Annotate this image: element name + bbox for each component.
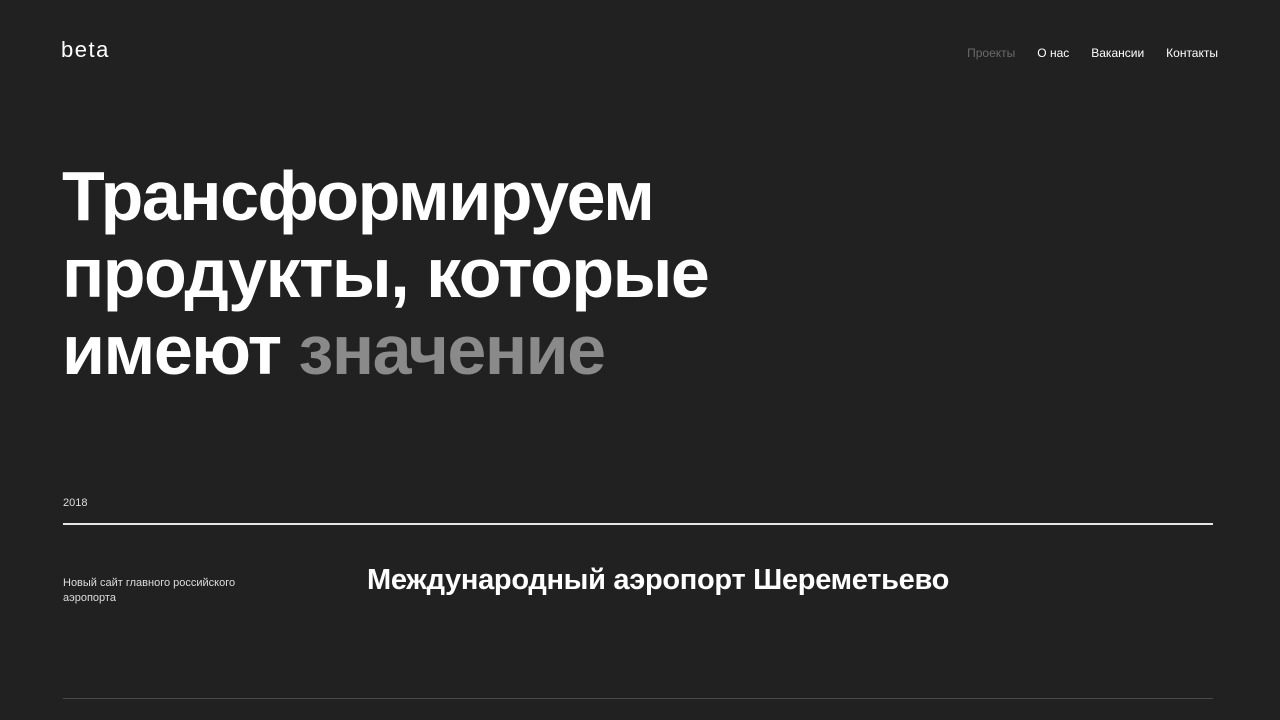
main-nav: Проекты О нас Вакансии Контакты	[967, 46, 1218, 60]
nav-item-contacts[interactable]: Контакты	[1166, 46, 1218, 60]
nav-item-projects[interactable]: Проекты	[967, 46, 1015, 60]
page: beta Проекты О нас Вакансии Контакты Тра…	[0, 0, 1280, 720]
hero-line-1: Трансформируем	[62, 157, 655, 235]
logo[interactable]: beta	[61, 37, 110, 63]
nav-item-vacancies[interactable]: Вакансии	[1091, 46, 1144, 60]
project-title[interactable]: Международный аэропорт Шереметьево	[367, 564, 949, 597]
hero-line-2: продукты, которые	[62, 234, 710, 312]
hero-line-3: имеют	[62, 311, 282, 389]
project-year: 2018	[63, 497, 88, 509]
year-divider	[63, 523, 1213, 525]
hero-heading: Трансформируем продукты, которые имеют з…	[62, 157, 710, 389]
hero-accent-word: значение	[298, 311, 607, 389]
project-row[interactable]: Новый сайт главного российского аэропорт…	[0, 560, 1280, 620]
project-description: Новый сайт главного российского аэропорт…	[63, 577, 236, 604]
project-divider	[63, 698, 1213, 699]
nav-item-about[interactable]: О нас	[1037, 46, 1069, 60]
